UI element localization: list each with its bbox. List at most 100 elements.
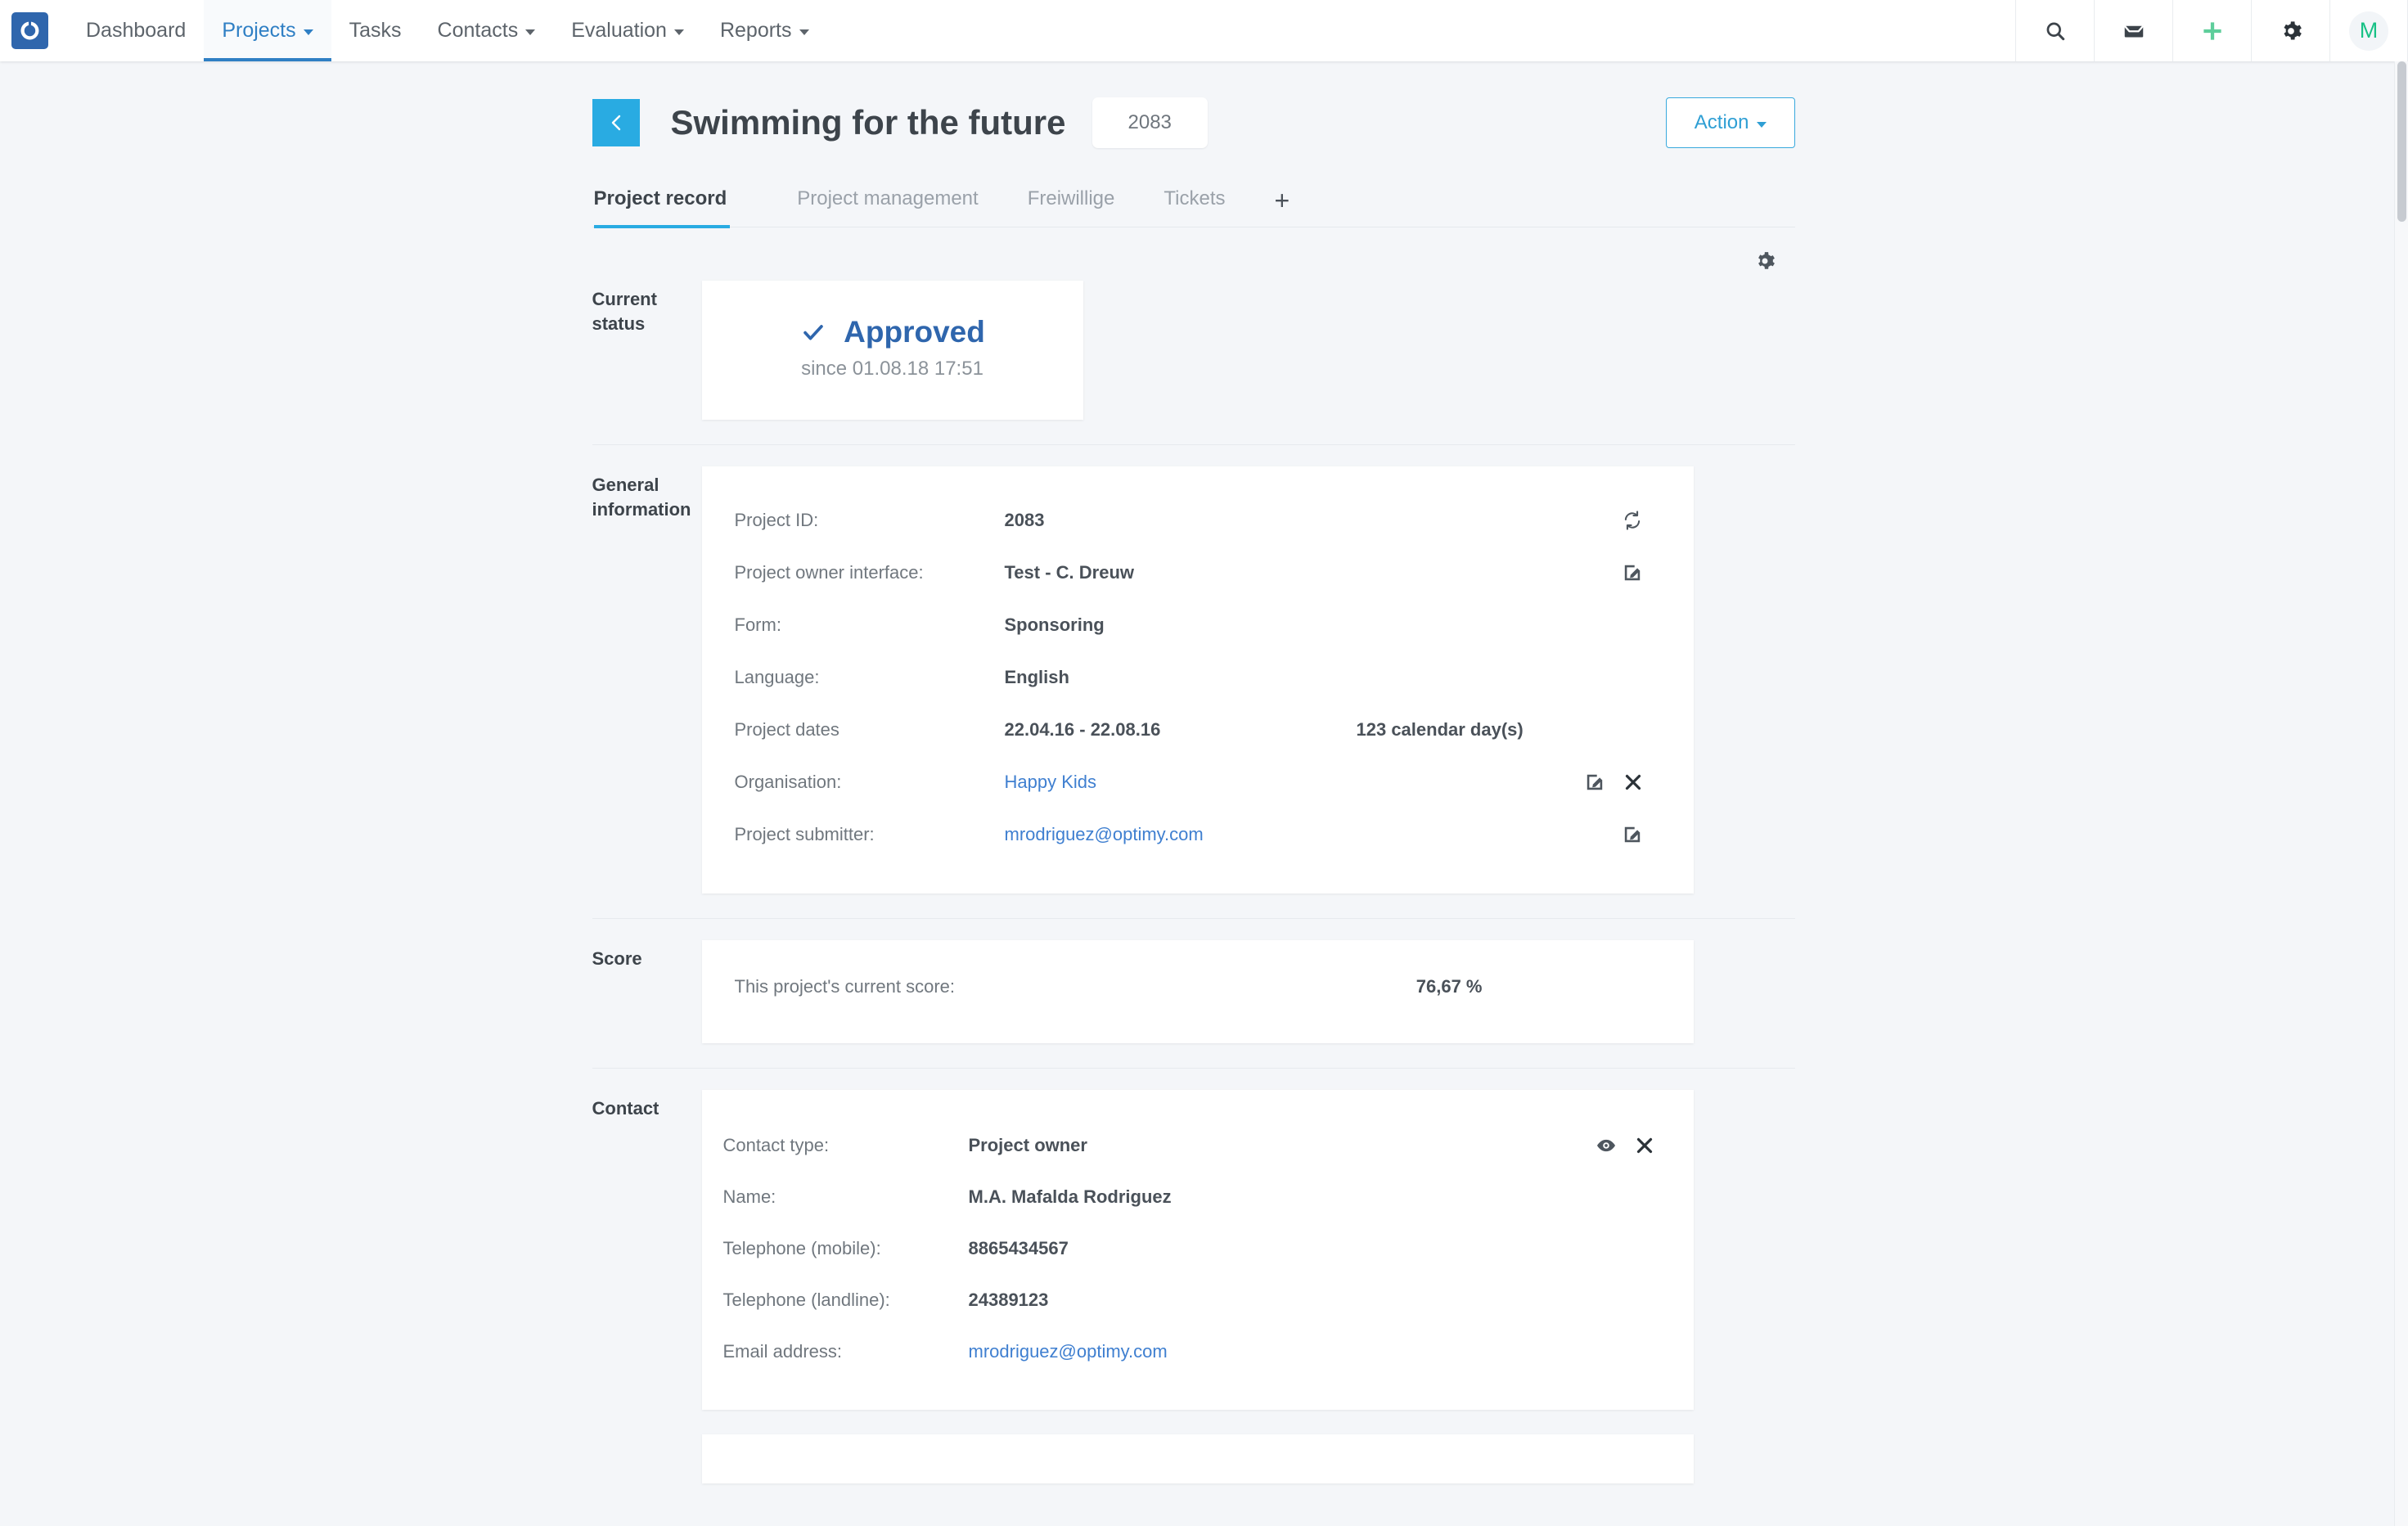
settings-button[interactable] [2251,0,2329,61]
row-value: 2083 [1005,510,1357,531]
search-button[interactable] [2015,0,2094,61]
table-row: Contact type: Project owner [702,1119,1694,1171]
edit-button[interactable] [1584,772,1605,793]
row-actions [1622,510,1661,531]
edit-icon [1622,824,1643,845]
inbox-button[interactable] [2094,0,2172,61]
row-key: Project ID: [735,510,1005,531]
search-icon [2044,20,2067,43]
section-general-information: General information Project ID: 2083 [592,444,1795,894]
section-score: Score This project's current score: 76,6… [592,918,1795,1043]
tab-project-management[interactable]: Project management [772,187,1002,227]
section-general-information-label: General information [592,466,697,894]
nav-item-evaluation[interactable]: Evaluation [553,0,702,61]
table-row: Project owner interface: Test - C. Dreuw [702,547,1694,599]
preview-button[interactable] [1596,1135,1617,1156]
project-submitter-link[interactable]: mrodriguez@optimy.com [1005,824,1204,844]
nav-item-projects[interactable]: Projects [204,0,331,61]
row-value: M.A. Mafalda Rodriguez [969,1186,1321,1208]
tab-project-record[interactable]: Project record [594,187,752,227]
score-row: This project's current score: 76,67 % [702,976,1694,997]
row-key: Telephone (mobile): [723,1238,969,1259]
remove-button[interactable] [1623,772,1643,792]
gear-icon [2280,20,2302,43]
section-score-label: Score [592,940,697,1043]
table-row: Telephone (mobile): 8865434567 [702,1222,1694,1274]
check-icon [799,321,827,344]
edit-button[interactable] [1622,562,1643,583]
contact-email-link[interactable]: mrodriguez@optimy.com [969,1341,1168,1362]
general-information-card: Project ID: 2083 [702,466,1694,894]
nav-item-contacts-label: Contacts [438,19,519,43]
page-scroll-area: Swimming for the future 2083 Action Proj… [0,61,2408,1526]
score-label: This project's current score: [735,976,956,997]
section-contact-body: Contact type: Project owner [702,1090,1795,1483]
action-dropdown-label: Action [1695,111,1749,134]
row-value-link: Happy Kids [1005,772,1357,793]
row-value-link: mrodriguez@optimy.com [1005,824,1357,845]
scrollbar-thumb[interactable] [2397,61,2406,222]
nav-item-contacts[interactable]: Contacts [420,0,554,61]
optimy-ring-logo-icon[interactable] [11,12,48,49]
nav-item-dashboard-label: Dashboard [86,19,186,43]
tab-tickets[interactable]: Tickets [1139,187,1249,227]
page-header: Swimming for the future 2083 Action [592,97,1795,148]
action-dropdown-button[interactable]: Action [1666,97,1795,148]
score-card: This project's current score: 76,67 % [702,940,1694,1043]
row-actions [1596,1135,1672,1156]
chevron-down-icon [799,29,809,35]
refresh-button[interactable] [1622,510,1643,531]
nav-item-dashboard[interactable]: Dashboard [68,0,204,61]
top-navbar: Dashboard Projects Tasks Contacts Evalua… [0,0,2408,61]
organisation-link[interactable]: Happy Kids [1005,772,1097,792]
row-value: Sponsoring [1005,614,1357,636]
page-title: Swimming for the future [671,103,1066,142]
add-button[interactable] [2172,0,2251,61]
content-container: Swimming for the future 2083 Action Proj… [592,61,1795,1483]
add-tab-button[interactable]: + [1250,187,1307,227]
status-card: Approved since 01.08.18 17:51 [702,281,1083,420]
section-general-information-body: Project ID: 2083 [702,466,1795,894]
row-key: Form: [735,614,1005,636]
tab-freiwillige-label: Freiwillige [1028,187,1115,209]
back-button[interactable] [592,99,640,146]
contact-card: Contact type: Project owner [702,1090,1694,1410]
user-menu-button[interactable]: M [2329,0,2408,61]
inbox-icon [2122,19,2146,43]
section-current-status-body: Approved since 01.08.18 17:51 [702,281,1795,420]
table-row: Project dates 22.04.16 - 22.08.16 123 ca… [702,704,1694,756]
row-key: Project dates [735,719,1005,740]
main-nav: Dashboard Projects Tasks Contacts Evalua… [68,0,827,61]
edit-button[interactable] [1622,824,1643,845]
table-row: Form: Sponsoring [702,599,1694,651]
row-value: 8865434567 [969,1238,1321,1259]
remove-button[interactable] [1635,1136,1654,1155]
tab-freiwillige[interactable]: Freiwillige [1003,187,1140,227]
brand[interactable] [0,0,60,61]
plus-icon [2200,19,2225,43]
refresh-icon [1622,510,1643,531]
section-settings-row [592,227,1795,276]
table-row: Project submitter: mrodriguez@optimy.com [702,808,1694,861]
chevron-left-icon [608,112,624,133]
row-key: Telephone (landline): [723,1290,969,1311]
page-scrollbar[interactable] [2394,61,2408,1526]
section-settings-gear-button[interactable] [1754,250,1776,276]
eye-icon [1596,1135,1617,1156]
nav-item-tasks[interactable]: Tasks [331,0,420,61]
row-key: Project submitter: [735,824,1005,845]
project-id-badge: 2083 [1092,97,1208,148]
table-row: Language: English [702,651,1694,704]
row-actions [1622,562,1661,583]
section-current-status: Current status Approved since 01.08.18 1… [592,276,1795,420]
chevron-down-icon [304,29,313,35]
nav-item-reports[interactable]: Reports [702,0,827,61]
close-icon [1623,772,1643,792]
edit-icon [1622,562,1643,583]
tab-tickets-label: Tickets [1163,187,1225,209]
chevron-down-icon [525,29,535,35]
tab-project-management-label: Project management [797,187,978,209]
ring-glyph [19,20,41,42]
nav-item-tasks-label: Tasks [349,19,402,43]
nav-item-projects-label: Projects [222,19,295,43]
